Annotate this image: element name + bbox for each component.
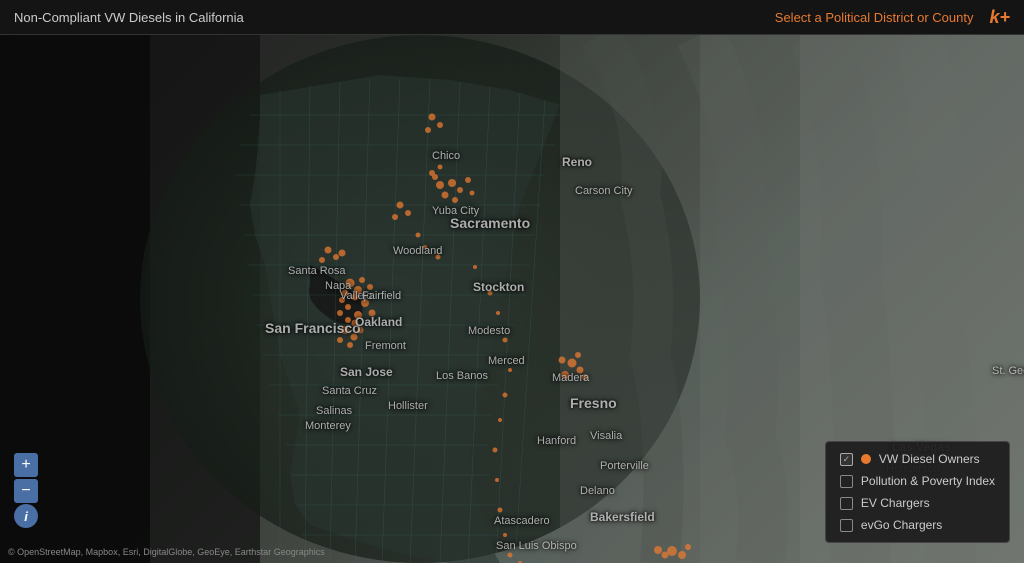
legend-checkbox-evgo-chargers[interactable]: [840, 519, 853, 532]
page-title: Non-Compliant VW Diesels in California: [14, 10, 244, 25]
logo: k+: [989, 7, 1010, 28]
map-attribution: © OpenStreetMap, Mapbox, Esri, DigitalGl…: [0, 547, 333, 557]
legend-checkbox-pollution-poverty[interactable]: [840, 475, 853, 488]
select-district-link[interactable]: Select a Political District or County: [775, 10, 974, 25]
legend-label-ev-chargers: EV Chargers: [861, 496, 930, 510]
zoom-out-button[interactable]: −: [14, 479, 38, 503]
header-right: Select a Political District or County k+: [775, 7, 1010, 28]
legend-item-evgo-chargers[interactable]: evGo Chargers: [840, 518, 995, 532]
legend-item-pollution-poverty[interactable]: Pollution & Poverty Index: [840, 474, 995, 488]
legend-checkbox-ev-chargers[interactable]: [840, 497, 853, 510]
header: Non-Compliant VW Diesels in California S…: [0, 0, 1024, 35]
legend-label-pollution-poverty: Pollution & Poverty Index: [861, 474, 995, 488]
legend-item-vw-diesel-owners[interactable]: VW Diesel Owners: [840, 452, 995, 466]
info-button[interactable]: i: [14, 504, 38, 528]
legend-item-ev-chargers[interactable]: EV Chargers: [840, 496, 995, 510]
legend-dot-vw-diesel-owners: [861, 454, 871, 464]
map[interactable]: SacramentoSan FranciscoOaklandSan JoseFr…: [0, 35, 1024, 563]
legend-label-evgo-chargers: evGo Chargers: [861, 518, 942, 532]
legend-checkbox-vw-diesel-owners[interactable]: [840, 453, 853, 466]
legend-items: VW Diesel Owners Pollution & Poverty Inde…: [840, 452, 995, 532]
zoom-controls: + −: [14, 453, 38, 503]
legend-label-vw-diesel-owners: VW Diesel Owners: [879, 452, 980, 466]
zoom-in-button[interactable]: +: [14, 453, 38, 477]
legend-panel: VW Diesel Owners Pollution & Poverty Inde…: [825, 441, 1010, 543]
